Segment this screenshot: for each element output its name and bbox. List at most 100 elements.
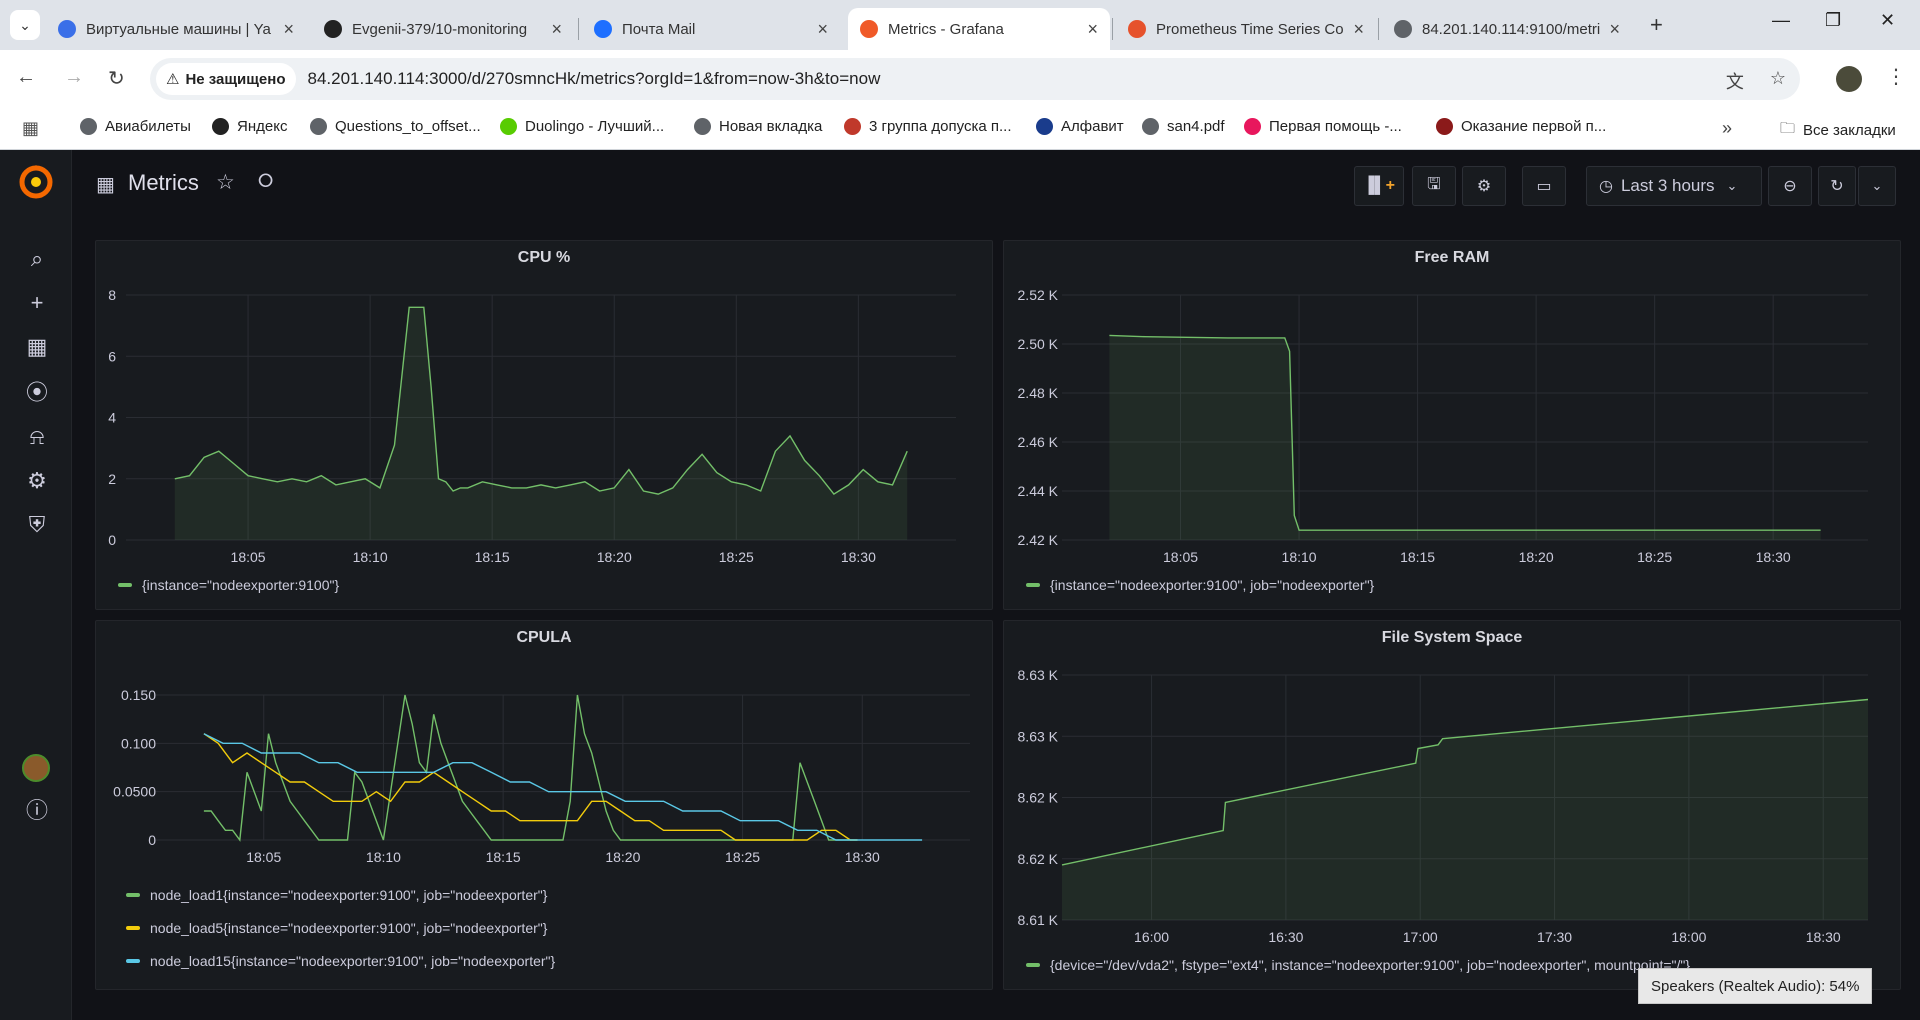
bookmark-star-icon[interactable]: ☆ [1770, 68, 1786, 94]
bookmark-label: 3 группа допуска п... [869, 118, 1012, 135]
dashboard-settings-button[interactable]: ⚙ [1462, 166, 1506, 206]
minimize-icon[interactable]: — [1772, 10, 1790, 31]
browser-menu-icon[interactable]: ⋮ [1886, 64, 1906, 89]
tab-label: Виртуальные машины | Ya [86, 20, 271, 38]
save-icon: 🖫 [1427, 175, 1441, 193]
refresh-interval-dropdown[interactable]: ⌄ [1858, 166, 1896, 206]
x-tick-label: 18:30 [1756, 549, 1791, 565]
close-tab-icon[interactable]: × [1609, 19, 1620, 40]
x-tick-label: 18:25 [719, 549, 754, 565]
browser-tab[interactable]: Metrics - Grafana × [848, 8, 1110, 50]
new-tab-button[interactable]: + [1650, 12, 1663, 38]
security-chip[interactable]: ⚠ Не защищено [156, 63, 296, 95]
legend-item[interactable]: {device="/dev/vda2", fstype="ext4", inst… [1026, 957, 1690, 973]
file-system-chart[interactable]: 8.61 K 8.62 K 8.62 K 8.63 K 8.63 K 16:00 16:30… [1004, 621, 1900, 989]
panel-free-ram[interactable]: Free RAM 2.42 K 2.44 K 2.46 K 2.48 K 2.50 K2… [1003, 240, 1901, 610]
dashboards-icon[interactable]: ▦ [24, 334, 50, 360]
save-dashboard-button[interactable]: 🖫 [1412, 166, 1456, 206]
bookmark-item[interactable]: Duolingo - Лучший... [500, 118, 664, 135]
monitor-icon: ▭ [1536, 178, 1552, 195]
y-tick-label: 0.0500 [113, 784, 156, 800]
add-panel-button[interactable]: ▐▌+ [1354, 166, 1404, 206]
panel-file-system-space[interactable]: File System Space 8.61 K 8.62 K 8.62 K 8.63… [1003, 620, 1901, 990]
server-admin-shield-icon[interactable]: ⛨ [24, 512, 50, 538]
legend-item[interactable]: node_load5{instance="nodeexporter:9100",… [126, 920, 547, 936]
back-icon[interactable]: ← [16, 66, 36, 89]
browser-tab[interactable]: Prometheus Time Series Co × [1116, 8, 1376, 50]
bookmark-favicon-icon [1036, 118, 1053, 135]
free-ram-chart[interactable]: 2.42 K 2.44 K 2.46 K 2.48 K 2.50 K 2.52 K 18:0… [1004, 241, 1900, 609]
bookmark-item[interactable]: Авиабилеты [80, 118, 191, 135]
cycle-view-mode-button[interactable]: ▭ [1522, 166, 1566, 206]
browser-tab[interactable]: 84.201.140.114:9100/metri × [1382, 8, 1632, 50]
series-line [203, 733, 858, 841]
address-bar-row: ← → ↻ ⚠ Не защищено 84.201.140.114:3000/… [0, 50, 1920, 108]
panel-cpu[interactable]: CPU % 0 2 4 6 8 18:05 18:10 18:15 18:20 18:25 18:3… [95, 240, 993, 610]
bookmark-favicon-icon [80, 118, 97, 135]
legend-item[interactable]: {instance="nodeexporter:9100"} [118, 577, 339, 593]
x-tick-label: 18:10 [1282, 549, 1317, 565]
bookmark-item[interactable]: Новая вкладка [694, 118, 822, 135]
browser-tab[interactable]: Почта Mail × [582, 8, 840, 50]
time-range-picker[interactable]: ◷ Last 3 hours ⌄ [1586, 166, 1762, 206]
x-tick-label: 18:20 [1519, 549, 1554, 565]
url-text[interactable]: 84.201.140.114:3000/d/270smncHk/metrics?… [308, 69, 881, 89]
all-bookmarks-button[interactable]: 🗀 Все закладки [1780, 118, 1896, 143]
refresh-button[interactable]: ↻ [1818, 166, 1856, 206]
star-icon[interactable]: ☆ [216, 170, 235, 195]
close-tab-icon[interactable]: × [551, 19, 562, 40]
close-tab-icon[interactable]: × [283, 19, 294, 40]
grafana-icon [860, 20, 878, 38]
close-tab-icon[interactable]: × [817, 19, 828, 40]
create-plus-icon[interactable]: + [24, 290, 50, 316]
legend-item[interactable]: node_load1{instance="nodeexporter:9100",… [126, 887, 547, 903]
dashboards-grid-icon[interactable]: ▦ [96, 172, 115, 197]
dashboard-title[interactable]: Metrics [128, 170, 199, 196]
apps-grid-icon[interactable]: ▦ [22, 118, 39, 139]
help-icon[interactable]: ⓘ [24, 798, 50, 824]
bookmark-item[interactable]: Алфавит [1036, 118, 1124, 135]
legend-swatch [1026, 963, 1040, 967]
user-avatar[interactable] [22, 754, 50, 782]
legend-item[interactable]: node_load15{instance="nodeexporter:9100"… [126, 953, 555, 969]
translate-icon[interactable]: 文 [1726, 68, 1744, 94]
clock-icon: ◷ [1599, 178, 1613, 195]
close-tab-icon[interactable]: × [1087, 19, 1098, 40]
bookmark-item[interactable]: Яндекс [212, 118, 287, 135]
panel-cpula[interactable]: CPULA 0 0.0500 0.100 0.150 18:05 18:10 18:15 18… [95, 620, 993, 990]
cpu-chart[interactable]: 0 2 4 6 8 18:05 18:10 18:15 18:20 18:25 18:30 [96, 241, 992, 609]
grafana-logo-icon[interactable] [16, 162, 56, 202]
bookmark-item[interactable]: san4.pdf [1142, 118, 1225, 135]
reload-icon[interactable]: ↻ [108, 66, 125, 91]
legend-item[interactable]: {instance="nodeexporter:9100", job="node… [1026, 577, 1374, 593]
x-tick-label: 18:10 [366, 849, 401, 865]
zoom-out-button[interactable]: ⊖ [1768, 166, 1812, 206]
search-icon[interactable]: ⌕ [24, 246, 50, 272]
maximize-icon[interactable]: ❐ [1825, 10, 1841, 31]
bookmark-label: Алфавит [1061, 118, 1124, 135]
profile-avatar[interactable] [1836, 66, 1862, 92]
explore-compass-icon[interactable]: ⦿ [24, 380, 50, 406]
share-icon[interactable]: ⭘ [258, 171, 273, 193]
forward-icon[interactable]: → [64, 66, 84, 89]
tab-separator [1112, 18, 1113, 40]
browser-tab[interactable]: Виртуальные машины | Ya × [46, 8, 306, 50]
x-tick-label: 18:05 [246, 849, 281, 865]
bookmark-item[interactable]: 3 группа допуска п... [844, 118, 1012, 135]
y-tick-label: 8.62 K [1018, 851, 1059, 867]
configuration-gear-icon[interactable]: ⚙ [24, 468, 50, 494]
legend-label: node_load5{instance="nodeexporter:9100",… [150, 920, 548, 936]
x-tick-label: 18:30 [841, 549, 876, 565]
bookmark-favicon-icon [1142, 118, 1159, 135]
tab-search-button[interactable]: ⌄ [10, 10, 40, 40]
close-tab-icon[interactable]: × [1353, 19, 1364, 40]
bookmark-item[interactable]: Первая помощь -... [1244, 118, 1402, 135]
omnibox[interactable]: ⚠ Не защищено 84.201.140.114:3000/d/270s… [150, 58, 1800, 100]
more-bookmarks-icon[interactable]: » [1722, 118, 1732, 139]
alerting-bell-icon[interactable]: ⍾ [24, 424, 50, 450]
bookmark-item[interactable]: Questions_to_offset... [310, 118, 481, 135]
bookmark-item[interactable]: Оказание первой п... [1436, 118, 1606, 135]
close-window-icon[interactable]: ✕ [1880, 10, 1895, 31]
browser-tab[interactable]: Evgenii-379/10-monitoring × [312, 8, 574, 50]
browser-tab-strip: ⌄ Виртуальные машины | Ya × Evgenii-379/10… [0, 0, 1920, 50]
